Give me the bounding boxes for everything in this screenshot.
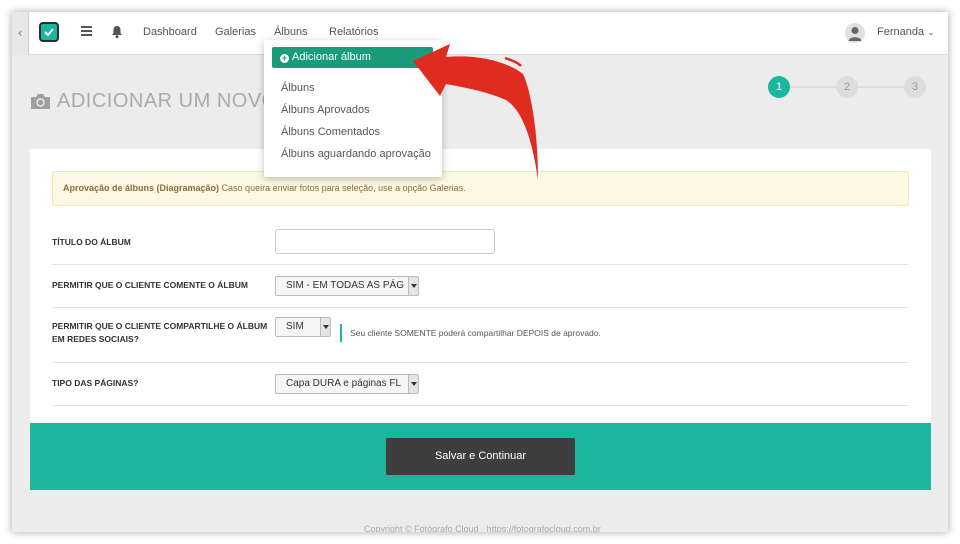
share-label: PERMITIR QUE O CLIENTE COMPARTILHE O ÁLB…	[52, 321, 268, 344]
bell-icon[interactable]	[111, 25, 123, 39]
chevron-down-icon: ⌄	[927, 27, 935, 37]
top-navbar: ‹ Dashboard Galerias Álbuns Relatórios F…	[12, 12, 948, 55]
comment-select-value: SIM - EM TODAS AS PÁG	[286, 280, 404, 291]
step-connector	[858, 86, 904, 88]
step-2: 2	[836, 76, 858, 98]
add-album-label: Adicionar álbum	[292, 51, 371, 63]
page-title: ADICIONAR UM NOVO	[30, 88, 278, 114]
album-form-card: Aprovação de álbuns (Diagramação) Caso q…	[30, 149, 931, 423]
user-icon	[848, 27, 862, 41]
pages-label: TIPO DAS PÁGINAS?	[52, 378, 139, 388]
share-select-value: SIM	[286, 321, 304, 332]
save-continue-button[interactable]: Salvar e Continuar	[386, 438, 575, 475]
camera-icon	[31, 94, 50, 109]
chevron-down-icon	[320, 318, 330, 336]
menu-item-albuns[interactable]: Álbuns	[281, 82, 315, 94]
step-connector	[790, 86, 836, 88]
nav-galerias[interactable]: Galerias	[215, 26, 256, 38]
save-bar: Salvar e Continuar	[30, 423, 931, 490]
share-permission-select[interactable]: SIM	[275, 317, 331, 337]
plus-circle-icon: +	[280, 53, 289, 63]
form-row-title: TÍTULO DO ÁLBUM	[52, 223, 909, 265]
page-type-select[interactable]: Capa DURA e páginas FL	[275, 374, 419, 394]
album-title-input[interactable]	[275, 229, 495, 254]
albuns-dropdown-menu: + Adicionar álbum Álbuns Álbuns Aprovados…	[264, 40, 442, 177]
alert-title: Aprovação de álbuns (Diagramação)	[63, 183, 220, 193]
wizard-steps: 1 2 3	[768, 76, 928, 98]
app-window: ‹ Dashboard Galerias Álbuns Relatórios F…	[12, 12, 948, 532]
form-row-comment: PERMITIR QUE O CLIENTE COMENTE O ÁLBUM S…	[52, 265, 909, 308]
pages-select-value: Capa DURA e páginas FL	[286, 378, 402, 389]
nav-albuns[interactable]: Álbuns	[274, 26, 308, 38]
user-name: Fernanda	[877, 26, 925, 38]
footer: Copyright © Fotógrafo Cloud · https://fo…	[364, 524, 601, 532]
info-alert: Aprovação de álbuns (Diagramação) Caso q…	[52, 171, 909, 206]
step-1: 1	[768, 76, 790, 98]
comment-permission-select[interactable]: SIM - EM TODAS AS PÁG	[275, 276, 419, 296]
menu-item-albuns-aprovados[interactable]: Álbuns Aprovados	[281, 104, 370, 116]
nav-dashboard[interactable]: Dashboard	[143, 26, 197, 38]
share-help-text: Seu cliente SOMENTE poderá compartilhar …	[340, 324, 601, 342]
title-label: TÍTULO DO ÁLBUM	[52, 237, 131, 247]
hamburger-icon[interactable]	[81, 26, 92, 38]
check-square-icon[interactable]	[39, 22, 59, 42]
comment-label: PERMITIR QUE O CLIENTE COMENTE O ÁLBUM	[52, 280, 248, 290]
alert-text: Caso queira enviar fotos para seleção, u…	[219, 183, 466, 193]
user-menu[interactable]: Fernanda ⌄	[877, 26, 935, 38]
form-row-share: PERMITIR QUE O CLIENTE COMPARTILHE O ÁLB…	[52, 308, 909, 363]
menu-item-albuns-aguardando[interactable]: Álbuns aguardando aprovação	[281, 148, 431, 160]
avatar[interactable]	[845, 23, 865, 43]
form-row-pages: TIPO DAS PÁGINAS? Capa DURA e páginas FL	[52, 363, 909, 406]
add-album-menu-item[interactable]: + Adicionar álbum	[272, 47, 433, 68]
chevron-down-icon	[408, 375, 418, 393]
page-title-text: ADICIONAR UM NOVO	[57, 89, 278, 112]
nav-relatorios[interactable]: Relatórios	[329, 26, 379, 38]
collapse-sidebar-tab[interactable]: ‹	[12, 12, 29, 55]
step-3: 3	[904, 76, 926, 98]
menu-item-albuns-comentados[interactable]: Álbuns Comentados	[281, 126, 380, 138]
chevron-down-icon	[408, 277, 418, 295]
